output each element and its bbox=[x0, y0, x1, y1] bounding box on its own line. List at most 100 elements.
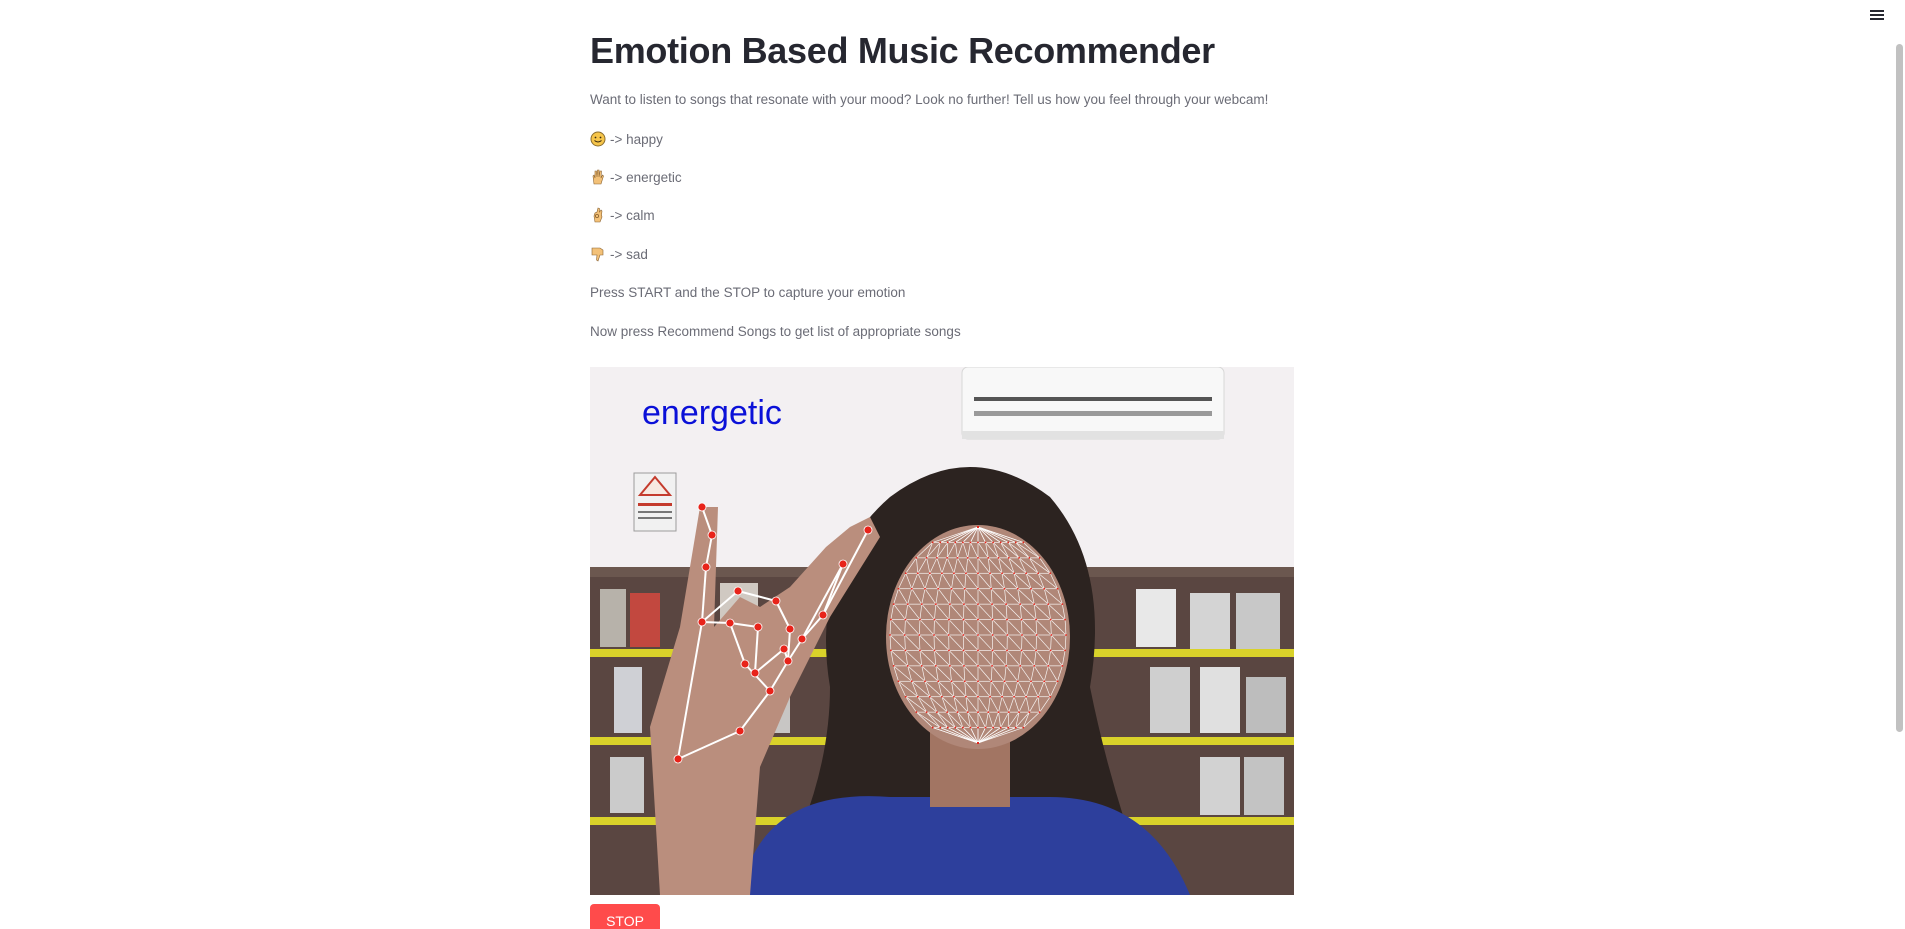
face-mesh-point bbox=[963, 664, 965, 667]
face-mesh-point bbox=[1061, 664, 1064, 667]
face-mesh-point bbox=[977, 680, 979, 683]
face-mesh-point bbox=[934, 664, 937, 667]
face-mesh-point bbox=[946, 711, 949, 714]
face-mesh-point bbox=[966, 711, 969, 714]
hand-landmark-point bbox=[707, 530, 717, 540]
face-mesh-point bbox=[1007, 556, 1010, 559]
face-mesh-point bbox=[918, 634, 921, 636]
face-mesh-point bbox=[1014, 541, 1017, 544]
face-mesh-point bbox=[977, 742, 979, 744]
face-mesh-point bbox=[925, 556, 928, 559]
face-mesh-point bbox=[1007, 711, 1010, 714]
face-mesh-point bbox=[1043, 680, 1046, 683]
face-mesh-point bbox=[954, 541, 957, 544]
face-mesh-point bbox=[946, 541, 949, 544]
face-mesh-point bbox=[1064, 618, 1066, 621]
hand-landmark-point bbox=[697, 617, 707, 627]
gesture-energetic: -> energetic bbox=[590, 169, 682, 185]
face-mesh-point bbox=[933, 618, 936, 621]
face-mesh-point bbox=[965, 695, 967, 698]
wall-sign bbox=[633, 472, 677, 532]
face-mesh-point bbox=[925, 711, 928, 714]
page-scrollbar[interactable] bbox=[1896, 44, 1903, 732]
face-mesh-point bbox=[892, 603, 895, 606]
face-mesh-point bbox=[939, 726, 942, 729]
face-mesh-point bbox=[1025, 695, 1028, 698]
face-mesh-point bbox=[953, 572, 955, 575]
face-mesh-point bbox=[947, 634, 950, 636]
hand-landmark-point bbox=[753, 622, 763, 632]
face-mesh-point bbox=[1013, 695, 1016, 698]
face-mesh-point bbox=[940, 572, 943, 575]
face-mesh-point bbox=[904, 649, 907, 652]
face-mesh-point bbox=[948, 618, 950, 621]
hand-landmark-point bbox=[771, 596, 781, 606]
face-mesh-point bbox=[956, 556, 959, 559]
hand-landmark-point bbox=[818, 610, 828, 620]
face-mesh-point bbox=[919, 618, 921, 621]
hand-landmark-point bbox=[733, 586, 743, 596]
face-mesh-point bbox=[916, 572, 919, 575]
face-mesh-point bbox=[1035, 649, 1037, 652]
face-mesh-point bbox=[910, 680, 913, 683]
face-mesh-point bbox=[963, 587, 966, 590]
face-mesh-point bbox=[962, 634, 965, 636]
face-mesh-point bbox=[1014, 726, 1017, 729]
face-mesh-point bbox=[946, 726, 949, 729]
face-mesh-point bbox=[1019, 603, 1022, 606]
hand-landmark-point bbox=[725, 618, 735, 628]
face-mesh-point bbox=[992, 726, 995, 729]
intro-text: Want to listen to songs that resonate wi… bbox=[590, 92, 1269, 107]
face-mesh-point bbox=[997, 556, 1000, 559]
gesture-happy: -> happy bbox=[590, 131, 663, 147]
face-mesh-point bbox=[946, 556, 949, 559]
ok-hand-icon bbox=[593, 207, 603, 223]
webcam-feed: energetic bbox=[590, 367, 1294, 895]
face-mesh-point bbox=[990, 587, 993, 590]
hand-landmark-point bbox=[750, 668, 760, 678]
hand-landmark-point bbox=[701, 562, 711, 572]
face-mesh-point bbox=[924, 587, 926, 590]
face-mesh-point bbox=[1016, 587, 1019, 590]
gesture-label: -> energetic bbox=[610, 169, 682, 185]
hand-landmark-point bbox=[785, 624, 795, 634]
face-mesh-point bbox=[1018, 556, 1020, 559]
face-mesh-point bbox=[904, 695, 907, 698]
hamburger-menu-icon bbox=[1870, 10, 1884, 20]
face-mesh-point bbox=[1025, 572, 1028, 575]
face-mesh-point bbox=[987, 711, 990, 714]
gesture-calm: -> calm bbox=[590, 207, 655, 223]
face-mesh-point bbox=[906, 603, 909, 606]
face-mesh-point bbox=[1006, 618, 1008, 621]
face-mesh-point bbox=[962, 618, 965, 621]
face-mesh-point bbox=[1065, 634, 1067, 636]
air-conditioner bbox=[961, 367, 1225, 440]
face-mesh-overlay bbox=[889, 526, 1067, 744]
face-mesh-point bbox=[1005, 603, 1008, 606]
face-mesh-point bbox=[915, 556, 918, 559]
face-mesh-point bbox=[1033, 603, 1036, 606]
face-mesh-point bbox=[937, 680, 940, 683]
gesture-label: -> calm bbox=[610, 207, 655, 223]
face-mesh-point bbox=[1037, 572, 1040, 575]
face-mesh-point bbox=[990, 680, 993, 683]
face-mesh-point bbox=[991, 649, 994, 652]
stop-button[interactable]: STOP bbox=[590, 904, 660, 929]
face-mesh-point bbox=[1003, 680, 1006, 683]
face-mesh-point bbox=[977, 526, 979, 528]
face-mesh-point bbox=[934, 603, 937, 606]
face-mesh-point bbox=[948, 664, 951, 667]
face-mesh-point bbox=[977, 711, 979, 714]
recommend-instruction: Now press Recommend Songs to get list of… bbox=[590, 324, 961, 339]
capture-instruction: Press START and the STOP to capture your… bbox=[590, 285, 906, 300]
face-mesh-point bbox=[1030, 587, 1032, 590]
face-mesh-point bbox=[984, 726, 987, 729]
face-mesh-point bbox=[969, 726, 972, 729]
face-mesh-point bbox=[1022, 541, 1025, 544]
face-mesh-point bbox=[916, 695, 919, 698]
face-mesh-point bbox=[890, 618, 892, 621]
face-mesh-point bbox=[989, 695, 991, 698]
hand-landmark-point bbox=[797, 634, 807, 644]
main-menu-button[interactable] bbox=[1863, 4, 1891, 26]
face-mesh-point bbox=[977, 603, 979, 606]
